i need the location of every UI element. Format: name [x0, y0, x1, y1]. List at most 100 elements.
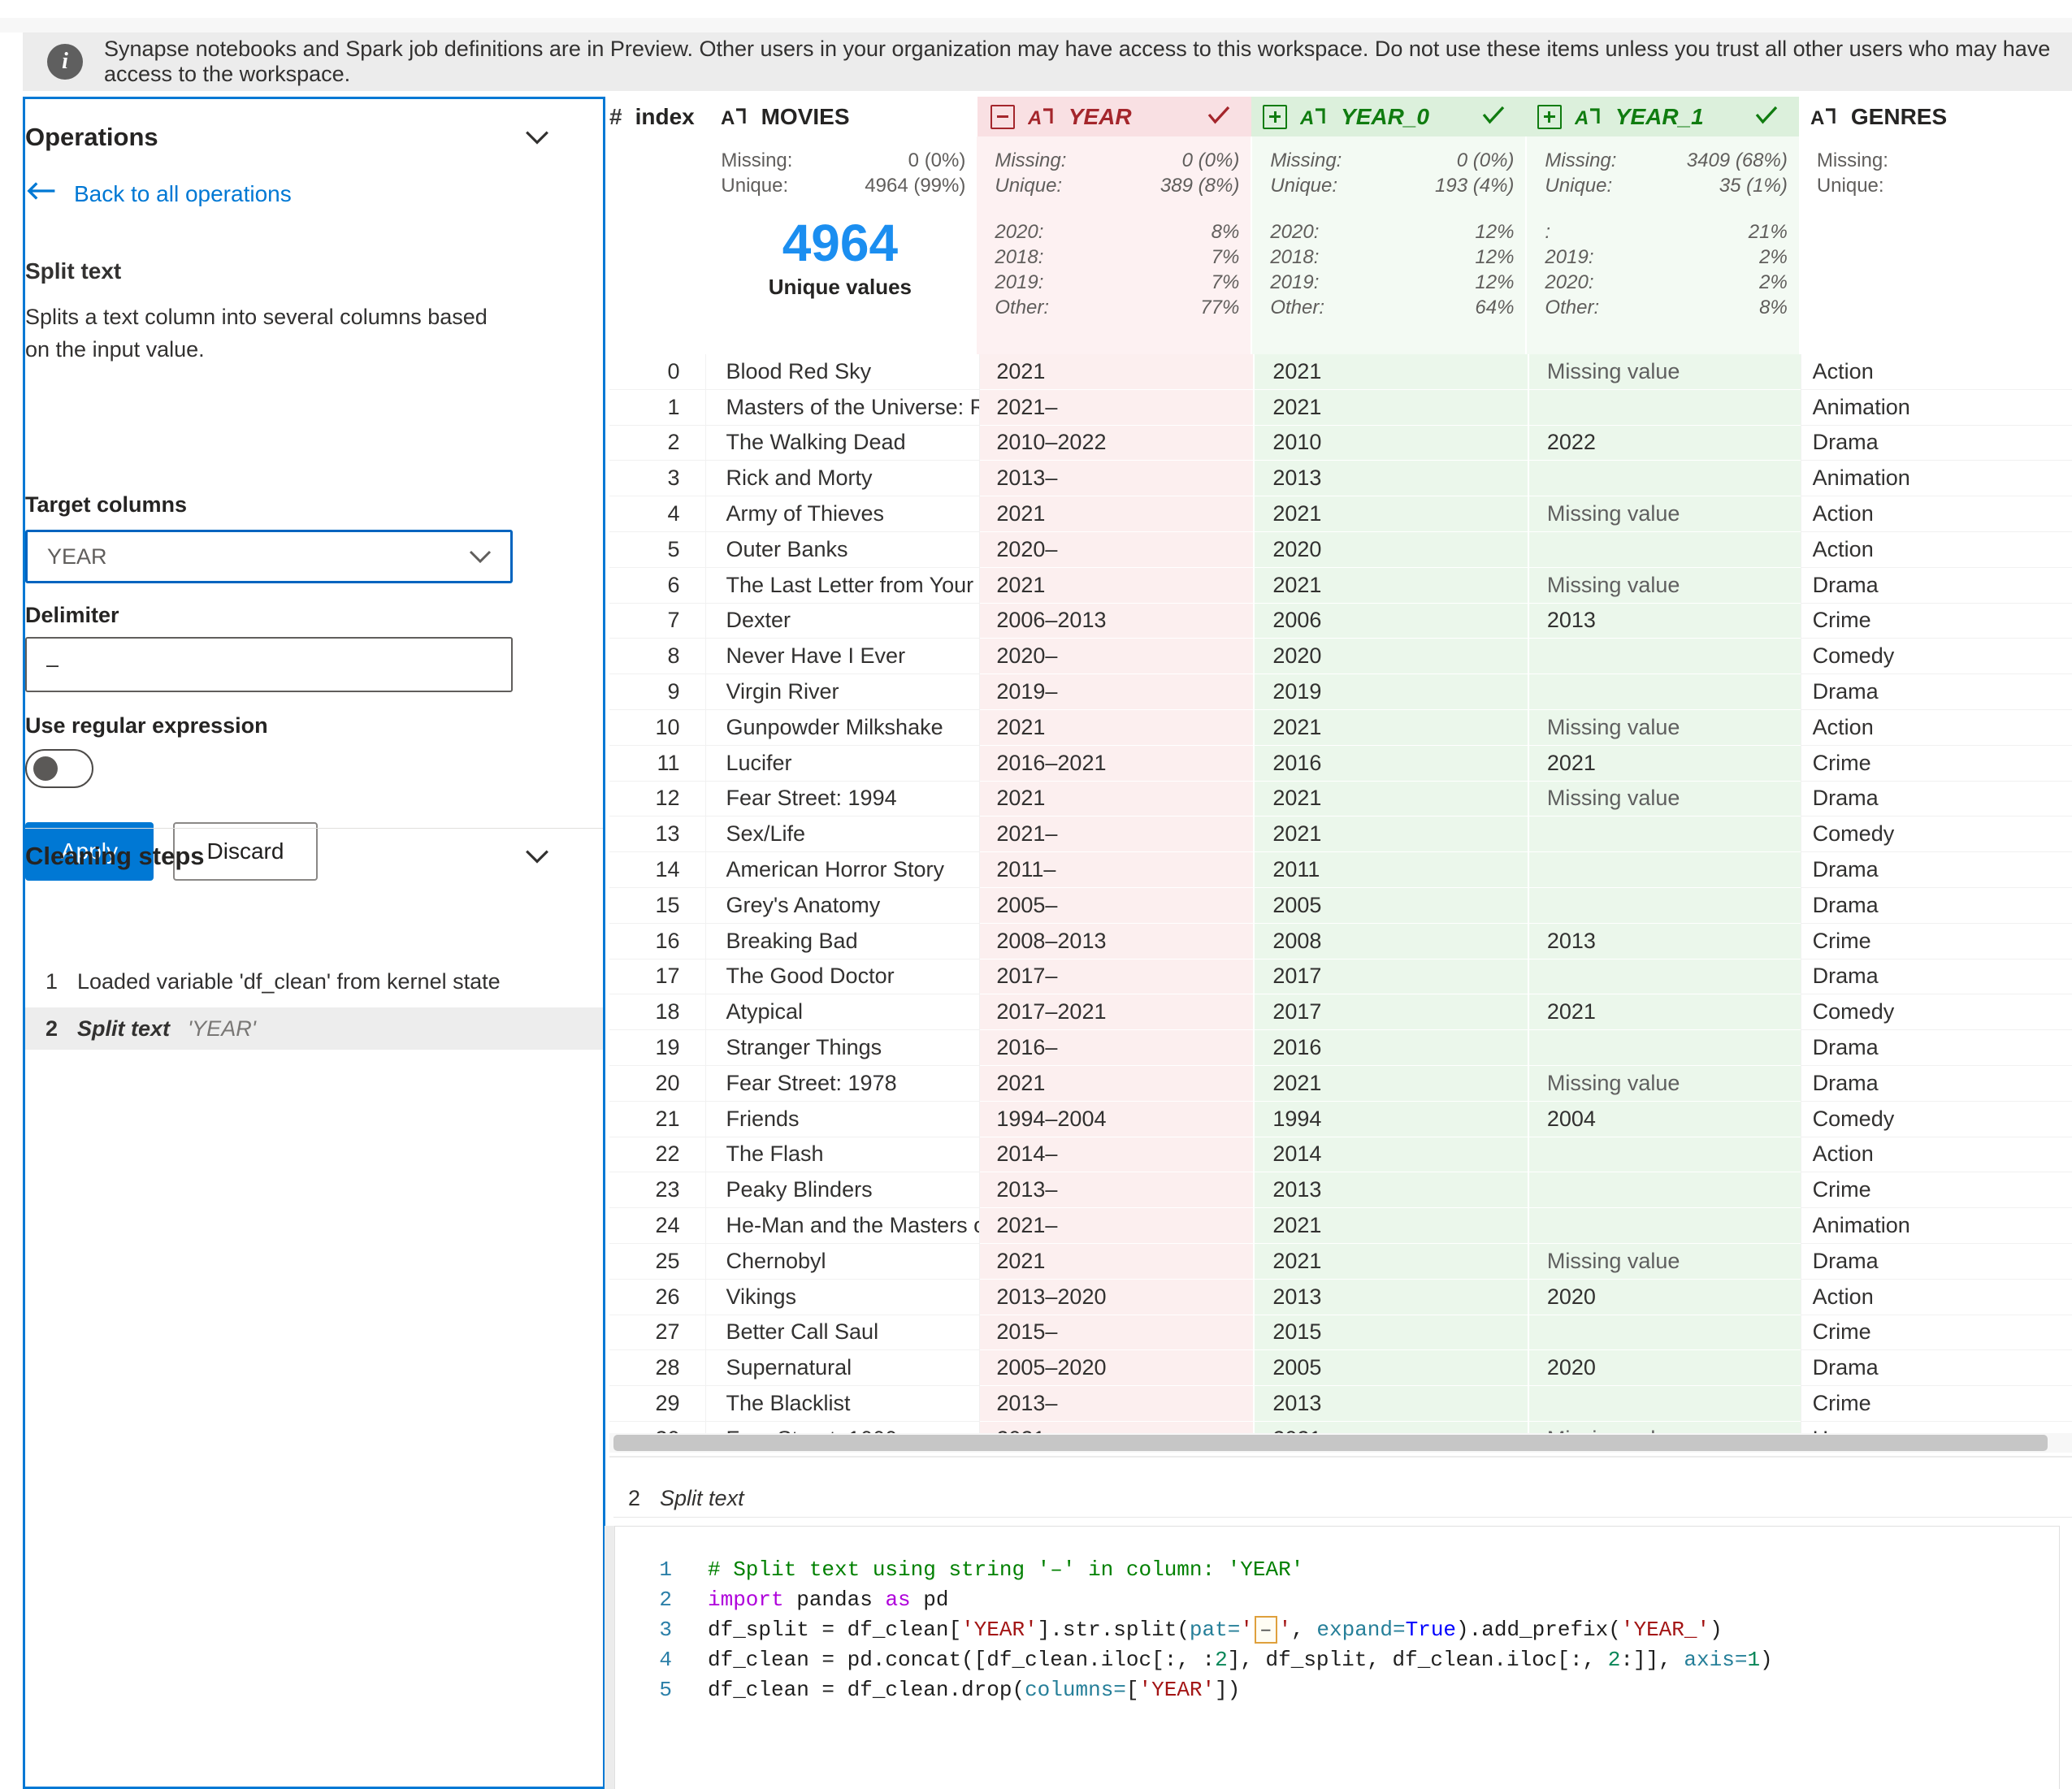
cell-year0: 2021: [1253, 1422, 1528, 1433]
cell-year: 2013–: [980, 1386, 1253, 1422]
code-token: df_clean = pd.concat([df_clean.iloc[:, :: [708, 1648, 1215, 1672]
chevron-down-icon[interactable]: [524, 129, 550, 145]
column-name: YEAR_0: [1341, 104, 1429, 130]
cell-year0: 1994: [1253, 1102, 1528, 1137]
code-line: 3df_split = df_clean['YEAR'].str.split(p…: [615, 1614, 2059, 1644]
code-token: ,: [1291, 1618, 1316, 1642]
column-header-movies[interactable]: AMOVIES: [703, 97, 977, 136]
column-header-genres[interactable]: AGENRES: [1799, 97, 2072, 136]
cell-year0: 2008: [1253, 924, 1528, 959]
cell-value: Crime: [1813, 608, 1871, 633]
operations-header[interactable]: Operations: [25, 118, 550, 157]
cell-value: 2005–2020: [996, 1355, 1106, 1380]
cell-value: 2013: [1272, 466, 1321, 491]
top-value-row: 2020:2%: [1527, 270, 1798, 295]
cell-genres: Crime: [1801, 1386, 2072, 1422]
column-header-index[interactable]: #index: [609, 97, 703, 136]
cell-year0: 2013: [1253, 1172, 1528, 1208]
cell-index: 3: [609, 461, 706, 496]
top-value-row: Other:8%: [1527, 295, 1798, 320]
column-header-year_1[interactable]: AYEAR_1: [1526, 97, 1799, 136]
cell-movies: Masters of the Universe: Revelation: [706, 390, 980, 426]
table-row: 19Stranger Things2016–2016Drama: [609, 1030, 2072, 1066]
cell-genres: Comedy: [1801, 1102, 2072, 1137]
code-token: 'YEAR_': [1621, 1618, 1710, 1642]
top-value-percent: 7%: [1212, 245, 1240, 270]
cell-value: Comedy: [1813, 999, 1895, 1024]
cell-year: 2021: [980, 710, 1253, 746]
back-to-operations-link[interactable]: Back to all operations: [25, 180, 292, 207]
cell-value: The Flash: [726, 1141, 823, 1167]
cell-value: 2021: [996, 715, 1045, 740]
cell-value: 2021: [1272, 1249, 1321, 1274]
cell-year1: [1528, 1030, 1801, 1066]
cell-index: 4: [609, 496, 706, 532]
cell-year: 2021: [980, 568, 1253, 604]
code-token: expand=: [1316, 1618, 1405, 1642]
checkmark-icon[interactable]: [1480, 104, 1506, 130]
code-editor[interactable]: 1# Split text using string '–' in column…: [614, 1526, 2060, 1789]
cell-index: 9: [609, 674, 706, 710]
cell-movies: Gunpowder Milkshake: [706, 710, 980, 746]
cell-value: 5: [667, 537, 679, 562]
cell-value: 2021: [996, 573, 1045, 598]
target-columns-value: YEAR: [47, 544, 107, 570]
cell-value: 12: [655, 786, 679, 811]
cell-value: 6: [667, 573, 679, 598]
delimiter-input[interactable]: –: [25, 637, 513, 692]
cleaning-steps-header[interactable]: Cleaning steps: [25, 837, 550, 876]
cell-value: 2021: [996, 786, 1045, 811]
table-row: 7Dexter2006–201320062013Crime: [609, 604, 2072, 639]
column-name: GENRES: [1851, 104, 1947, 130]
horizontal-scrollbar-thumb[interactable]: [613, 1435, 2048, 1451]
cell-genres: Crime: [1801, 924, 2072, 959]
cell-year1: 2021: [1528, 746, 1801, 782]
table-row: 6The Last Letter from Your Lover20212021…: [609, 568, 2072, 604]
cell-year1: Missing value: [1528, 568, 1801, 604]
cell-value: 25: [655, 1249, 679, 1274]
target-columns-select[interactable]: YEAR: [25, 530, 513, 583]
code-token: ]): [1215, 1678, 1240, 1702]
cell-value: 2016–2021: [996, 751, 1106, 776]
cell-value: 9: [667, 679, 679, 704]
cell-value: 2013–: [996, 1177, 1057, 1202]
cell-value: 26: [655, 1284, 679, 1310]
cell-value: Drama: [1813, 893, 1879, 918]
stat-value: 0 (0%): [1457, 148, 1515, 173]
cell-year0: 2013: [1253, 1280, 1528, 1315]
column-header-year[interactable]: AYEAR: [977, 97, 1251, 136]
cell-year1: [1528, 1315, 1801, 1351]
cell-value: 17: [655, 964, 679, 989]
cell-year: 2021: [980, 354, 1253, 390]
regex-toggle[interactable]: [25, 749, 93, 788]
cell-value: Comedy: [1813, 1107, 1895, 1132]
cell-year1: 2020: [1528, 1280, 1801, 1315]
cleaning-step-1[interactable]: 1 Loaded variable 'df_clean' from kernel…: [25, 960, 603, 1003]
cell-value: 2020–: [996, 537, 1057, 562]
cell-value: 2017–2021: [996, 999, 1106, 1024]
cell-year: 2017–2021: [980, 994, 1253, 1030]
cell-year1: [1528, 532, 1801, 568]
cell-value: Sex/Life: [726, 821, 805, 847]
cell-value: Fear Street: 1994: [726, 786, 896, 811]
checkmark-icon[interactable]: [1206, 104, 1232, 130]
cell-value: 2021: [1272, 715, 1321, 740]
cleaning-step-2[interactable]: 2 Split text 'YEAR': [25, 1007, 603, 1050]
cell-value: 2021: [1272, 501, 1321, 526]
cell-index: 5: [609, 532, 706, 568]
unique-stat: Unique:4964 (99%): [703, 173, 977, 198]
cell-index: 27: [609, 1315, 706, 1351]
cell-year0: 2015: [1253, 1315, 1528, 1351]
checkmark-icon[interactable]: [1753, 104, 1779, 130]
column-header-year_0[interactable]: AYEAR_0: [1251, 97, 1526, 136]
cell-value: 24: [655, 1213, 679, 1238]
table-row: 22The Flash2014–2014Action: [609, 1137, 2072, 1173]
column-name: YEAR: [1069, 104, 1132, 130]
cell-genres: Comedy: [1801, 994, 2072, 1030]
top-value-label: Other:: [995, 295, 1049, 320]
cell-movies: The Walking Dead: [706, 426, 980, 461]
cell-year: 2020–: [980, 639, 1253, 674]
cell-value: 2021: [996, 501, 1045, 526]
chevron-down-icon[interactable]: [524, 848, 550, 864]
cell-movies: Outer Banks: [706, 532, 980, 568]
